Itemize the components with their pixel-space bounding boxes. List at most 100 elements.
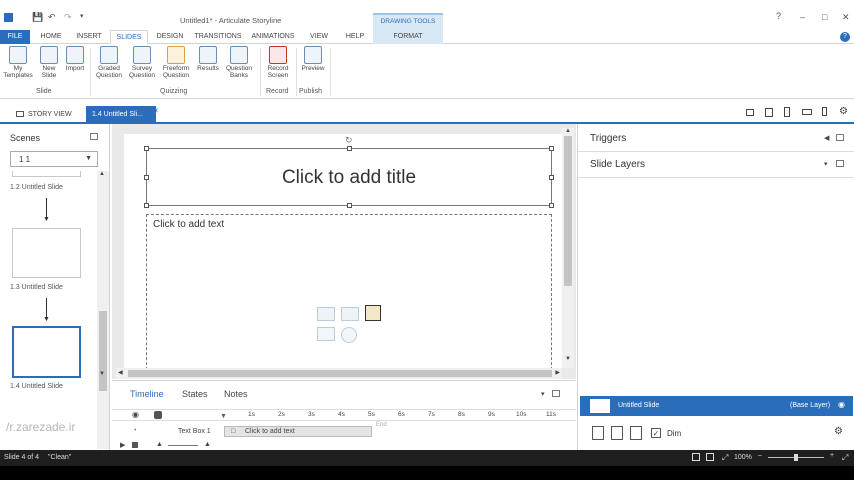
resize-handle[interactable]: [549, 175, 554, 180]
panel-menu-icon[interactable]: ▾: [541, 390, 545, 398]
restore-icon[interactable]: □: [822, 12, 827, 22]
slide-thumbnail[interactable]: [12, 171, 81, 177]
tab-format[interactable]: FORMAT: [373, 30, 443, 44]
tab-file[interactable]: FILE: [0, 30, 30, 44]
tab-active-slide[interactable]: 1.4 Untitled Sli...: [86, 106, 156, 124]
playhead-icon[interactable]: ▼: [220, 413, 227, 420]
tablet-portrait-icon[interactable]: [784, 107, 790, 117]
zoom-out-icon[interactable]: –: [758, 452, 762, 459]
my-templates-button[interactable]: My Templates: [2, 46, 34, 79]
dim-checkbox[interactable]: ✓: [651, 428, 661, 438]
tab-transitions[interactable]: TRANSITIONS: [192, 30, 244, 44]
freeform-question-button[interactable]: Freeform Question: [158, 46, 194, 79]
timeline-row[interactable]: • Text Box 1 □ Click to add text End: [112, 422, 576, 438]
zoom-slider-thumb[interactable]: [794, 454, 798, 461]
preview-button[interactable]: Preview: [298, 46, 328, 72]
eye-icon[interactable]: ◉: [838, 400, 845, 409]
close-tab-icon[interactable]: ✕: [153, 107, 159, 115]
scrollbar-thumb[interactable]: [99, 311, 107, 391]
layer-settings-icon[interactable]: ⚙: [834, 426, 843, 437]
desktop-size-icon[interactable]: [746, 109, 754, 116]
tab-help[interactable]: HELP: [340, 30, 370, 44]
scenes-scrollbar[interactable]: ▲ ▼: [97, 171, 109, 449]
panel-menu-icon[interactable]: ▾: [824, 160, 828, 168]
undo-icon[interactable]: ↶: [48, 12, 56, 23]
tab-timeline[interactable]: Timeline: [130, 389, 164, 399]
slide-thumbnail[interactable]: [12, 228, 81, 278]
question-banks-button[interactable]: Question Banks: [222, 46, 256, 79]
import-button[interactable]: Import: [62, 46, 88, 72]
fit-window-icon[interactable]: ⤢: [842, 453, 848, 463]
slide-thumbnail-selected[interactable]: [12, 326, 81, 378]
resize-handle[interactable]: [549, 203, 554, 208]
tab-slides[interactable]: SLIDES: [110, 30, 148, 44]
canvas-horizontal-scrollbar[interactable]: ◀ ▶: [116, 368, 562, 379]
panel-float-icon[interactable]: [552, 390, 560, 397]
tab-design[interactable]: DESIGN: [152, 30, 188, 44]
new-layer-icon[interactable]: [592, 426, 604, 440]
insert-picture-icon[interactable]: [317, 307, 335, 321]
canvas-vertical-scrollbar[interactable]: ▲ ▼: [562, 128, 574, 368]
zoom-out-icon[interactable]: ▲: [156, 441, 163, 448]
scrollbar-thumb[interactable]: [128, 370, 552, 377]
save-icon[interactable]: 💾: [32, 12, 43, 23]
scroll-down-icon[interactable]: ▼: [99, 371, 105, 377]
eye-icon[interactable]: ◉: [132, 410, 139, 419]
resize-handle[interactable]: [347, 146, 352, 151]
tab-home[interactable]: HOME: [34, 30, 68, 44]
scroll-left-icon[interactable]: ◀: [118, 369, 123, 376]
help-icon[interactable]: ?: [776, 11, 781, 21]
scroll-up-icon[interactable]: ▲: [99, 171, 105, 177]
graded-question-button[interactable]: Graded Question: [92, 46, 126, 79]
resize-handle[interactable]: [549, 146, 554, 151]
panel-float-icon[interactable]: [90, 133, 98, 140]
scroll-up-icon[interactable]: ▲: [565, 128, 571, 134]
resize-handle[interactable]: [347, 203, 352, 208]
rotate-handle-icon[interactable]: ↻: [345, 135, 353, 146]
scroll-down-icon[interactable]: ▼: [565, 356, 571, 362]
resize-handle[interactable]: [144, 146, 149, 151]
zoom-slider[interactable]: [768, 454, 824, 461]
insert-web-object-icon[interactable]: [341, 327, 357, 343]
timeline-zoom-slider[interactable]: [168, 445, 198, 446]
panel-float-icon[interactable]: [836, 160, 844, 167]
account-help-icon[interactable]: ?: [840, 32, 850, 42]
story-view-icon[interactable]: [692, 453, 700, 461]
new-slide-button[interactable]: New Slide: [36, 46, 62, 79]
tab-states[interactable]: States: [182, 389, 208, 399]
tab-story-view[interactable]: STORY VIEW: [10, 106, 78, 124]
tablet-landscape-icon[interactable]: [765, 108, 773, 117]
insert-table-icon[interactable]: [341, 307, 359, 321]
zoom-in-icon[interactable]: ▲: [204, 441, 211, 448]
scrollbar-thumb[interactable]: [564, 136, 572, 286]
delete-layer-icon[interactable]: [630, 426, 642, 440]
scroll-right-icon[interactable]: ▶: [555, 369, 560, 376]
tab-animations[interactable]: ANIMATIONS: [248, 30, 298, 44]
quick-access-menu-icon[interactable]: ▾: [80, 12, 84, 20]
duplicate-layer-icon[interactable]: [611, 426, 623, 440]
redo-icon[interactable]: ↷: [64, 12, 72, 23]
slide-view-icon[interactable]: [706, 453, 714, 461]
base-layer-row[interactable]: Untitled Slide (Base Layer) ◉: [580, 396, 853, 416]
tab-view[interactable]: VIEW: [302, 30, 336, 44]
close-icon[interactable]: ✕: [842, 12, 850, 23]
visibility-dot-icon[interactable]: •: [134, 427, 136, 434]
scene-selector[interactable]: 1 1 ▼: [10, 151, 98, 167]
tab-notes[interactable]: Notes: [224, 389, 248, 399]
results-button[interactable]: Results: [194, 46, 222, 72]
title-placeholder[interactable]: Click to add title ↻: [144, 135, 554, 208]
phone-landscape-icon[interactable]: [802, 109, 812, 115]
minimize-icon[interactable]: –: [800, 12, 805, 22]
survey-question-button[interactable]: Survey Question: [126, 46, 158, 79]
settings-gear-icon[interactable]: ⚙: [839, 106, 848, 117]
insert-character-icon[interactable]: [365, 305, 381, 321]
zoom-in-icon[interactable]: +: [830, 452, 834, 459]
lock-icon[interactable]: [154, 411, 162, 419]
record-screen-button[interactable]: Record Screen: [262, 46, 294, 79]
collapse-left-icon[interactable]: ◀: [824, 134, 829, 142]
resize-handle[interactable]: [144, 175, 149, 180]
play-icon[interactable]: ▶: [120, 441, 125, 449]
text-placeholder[interactable]: Click to add text: [146, 214, 552, 370]
phone-portrait-icon[interactable]: [822, 107, 827, 116]
timeline-bar[interactable]: □ Click to add text: [224, 426, 372, 437]
